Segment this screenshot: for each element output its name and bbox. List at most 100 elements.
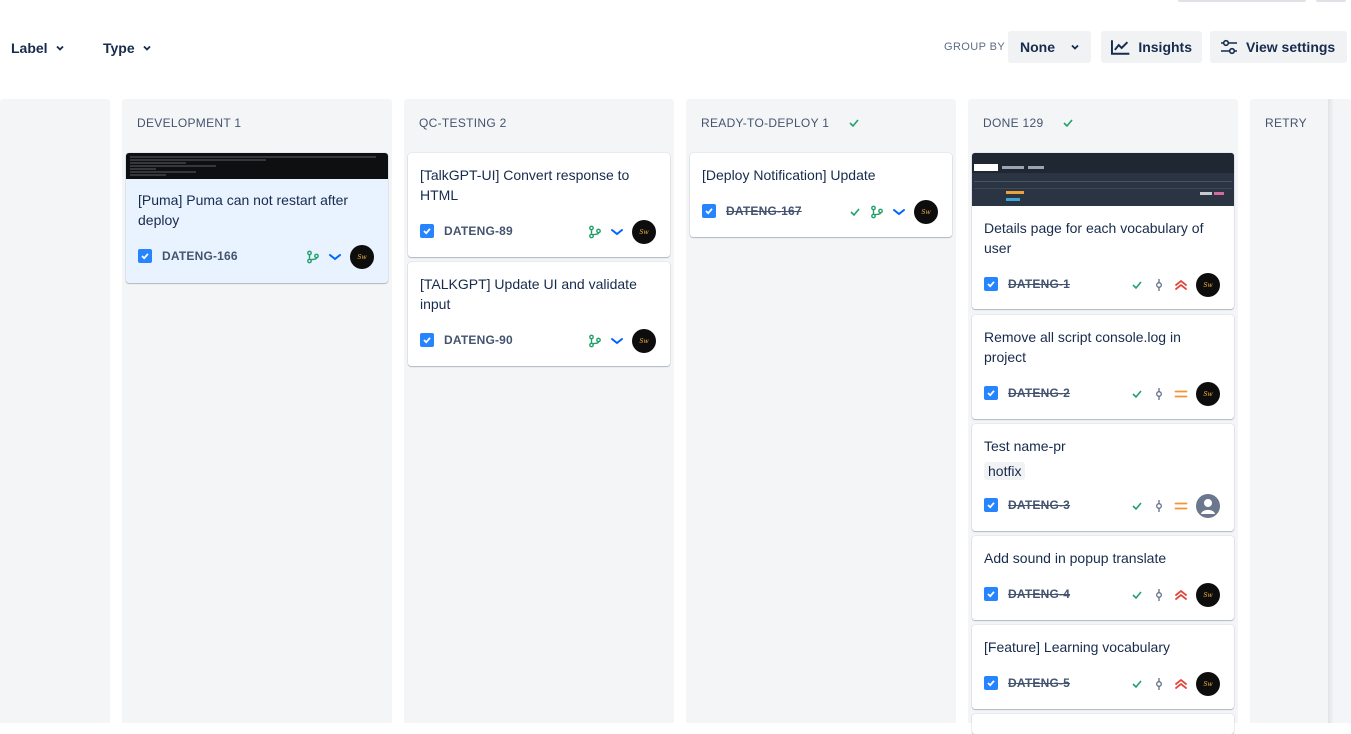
card-key: DATENG-89 — [420, 224, 513, 238]
card-key: DATENG-90 — [420, 333, 513, 347]
svg-text:Sw: Sw — [1203, 681, 1213, 688]
view-settings-button[interactable]: View settings — [1210, 31, 1347, 63]
commit-icon — [1156, 279, 1162, 291]
card-title: Test name-pr — [984, 438, 1066, 454]
chart-line-icon — [1111, 40, 1130, 55]
column-retry: RETRY — [1250, 99, 1351, 723]
done-check-icon — [850, 208, 860, 217]
column-title: RETRY — [1265, 116, 1307, 130]
assignee-avatar[interactable]: Sw — [914, 200, 938, 224]
svg-text:Sw: Sw — [357, 254, 367, 261]
card-meta: Sw — [306, 245, 374, 269]
chevron-down-icon — [143, 45, 151, 51]
task-type-icon — [138, 249, 152, 263]
assignee-avatar[interactable]: Sw — [1196, 382, 1220, 406]
card-meta: Sw — [1130, 583, 1220, 607]
svg-text:Sw: Sw — [639, 229, 649, 236]
column-header[interactable]: RETRY — [1265, 116, 1307, 130]
issue-card[interactable]: Add sound in popup translate DATENG-4 Sw — [972, 536, 1234, 620]
card-title: [TalkGPT-UI] Convert response to HTML — [420, 167, 630, 203]
card-meta: Sw — [588, 329, 656, 353]
priority-low-icon — [611, 338, 623, 345]
insights-label: Insights — [1138, 39, 1192, 55]
column-title: DONE 129 — [983, 116, 1044, 130]
label-tag[interactable]: hotfix — [984, 462, 1026, 480]
column-done: DONE 129 Details page for each vocabular… — [968, 99, 1238, 734]
assignee-avatar[interactable]: Sw — [350, 245, 374, 269]
card-cover-image — [126, 153, 388, 179]
column-header[interactable]: DEVELOPMENT 1 — [137, 116, 241, 130]
assignee-avatar[interactable]: Sw — [1196, 273, 1220, 297]
column-header[interactable]: DONE 129 — [983, 116, 1075, 130]
card-meta — [1130, 494, 1220, 518]
card-key-text: DATENG-90 — [444, 333, 513, 347]
issue-card[interactable]: Details page for each vocabulary of user… — [972, 153, 1234, 309]
card-key: DATENG-3 — [984, 498, 1070, 512]
group-by-select[interactable]: None — [1008, 31, 1091, 63]
assignee-avatar[interactable]: Sw — [632, 220, 656, 244]
commit-icon — [1156, 678, 1162, 690]
issue-card[interactable]: [Deploy Notification] Update DATENG-167 … — [690, 153, 952, 237]
card-title: [Feature] Learning vocabulary — [984, 639, 1170, 655]
card-key-text: DATENG-2 — [1008, 386, 1071, 400]
column-title: READY-TO-DEPLOY 1 — [701, 116, 830, 130]
card-key-text: DATENG-3 — [1008, 498, 1071, 512]
issue-card[interactable]: [Feature] Learning vocabulary DATENG-5 S… — [972, 625, 1234, 709]
card-meta: Sw — [1130, 382, 1220, 406]
svg-text:Sw: Sw — [1203, 592, 1213, 599]
issue-card[interactable]: [TALKGPT] Update UI and validate input D… — [408, 262, 670, 366]
commit-icon — [1156, 388, 1162, 400]
insights-button[interactable]: Insights — [1101, 31, 1202, 63]
card-key-text: DATENG-1 — [1008, 277, 1071, 291]
label-filter-text: Label — [11, 40, 48, 56]
done-column-check-icon — [849, 119, 859, 128]
priority-low-icon — [329, 254, 341, 261]
column-header[interactable]: READY-TO-DEPLOY 1 — [701, 116, 861, 130]
issue-card[interactable]: [TalkGPT-UI] Convert response to HTML DA… — [408, 153, 670, 257]
board-toolbar: Label Type GROUP BY None Insights View s… — [0, 0, 1351, 95]
task-type-icon — [984, 498, 998, 512]
kanban-board: DEVELOPMENT 1 [Puma] Puma can not restar… — [0, 99, 1351, 734]
card-title: Remove all script console.log in project — [984, 329, 1181, 365]
branch-icon — [307, 250, 319, 264]
card-meta: Sw — [588, 220, 656, 244]
column-ready-to-deploy: READY-TO-DEPLOY 1 [Deploy Notification] … — [686, 99, 956, 723]
card-title: Add sound in popup translate — [984, 550, 1167, 566]
column-title: DEVELOPMENT 1 — [137, 116, 242, 130]
group-by-value: None — [1020, 39, 1055, 55]
task-type-icon — [984, 676, 998, 690]
label-filter[interactable]: Label — [11, 38, 64, 58]
done-check-icon — [1132, 281, 1142, 290]
card-title: [Puma] Puma can not restart after deploy — [138, 192, 349, 228]
task-type-icon — [984, 587, 998, 601]
card-key-text: DATENG-89 — [444, 224, 513, 238]
card-key: DATENG-167 — [702, 204, 802, 218]
issue-card[interactable]: [Puma] Puma can not restart after deploy… — [126, 153, 388, 283]
done-column-check-icon — [1063, 119, 1074, 128]
priority-highest-icon — [1175, 678, 1187, 689]
toolbar-button-partial[interactable] — [1178, 0, 1306, 2]
issue-card[interactable]: Test name-pr hotfix DATENG-3 — [972, 424, 1234, 531]
task-type-icon — [984, 277, 998, 291]
column-qc-testing: QC-TESTING 2 [TalkGPT-UI] Convert respon… — [404, 99, 674, 723]
card-key: DATENG-4 — [984, 587, 1070, 601]
branch-icon — [871, 205, 883, 219]
assignee-avatar[interactable]: Sw — [1196, 583, 1220, 607]
card-key: DATENG-1 — [984, 277, 1070, 291]
priority-low-icon — [893, 209, 905, 216]
assignee-avatar[interactable]: Sw — [632, 329, 656, 353]
horizontal-scroll-shadow — [1328, 99, 1334, 723]
assignee-avatar[interactable]: Sw — [1196, 672, 1220, 696]
toolbar-button-partial[interactable] — [1316, 0, 1346, 2]
view-settings-label: View settings — [1246, 39, 1336, 55]
card-title: [TALKGPT] Update UI and validate input — [420, 276, 637, 312]
type-filter[interactable]: Type — [103, 38, 151, 58]
task-type-icon — [984, 386, 998, 400]
svg-text:Sw: Sw — [1203, 282, 1213, 289]
issue-card[interactable]: Remove all script console.log in project… — [972, 315, 1234, 419]
issue-card[interactable] — [972, 714, 1234, 734]
task-type-icon — [420, 224, 434, 238]
branch-icon — [589, 334, 601, 348]
unassigned-avatar-icon[interactable] — [1196, 494, 1220, 518]
column-header[interactable]: QC-TESTING 2 — [419, 116, 507, 130]
